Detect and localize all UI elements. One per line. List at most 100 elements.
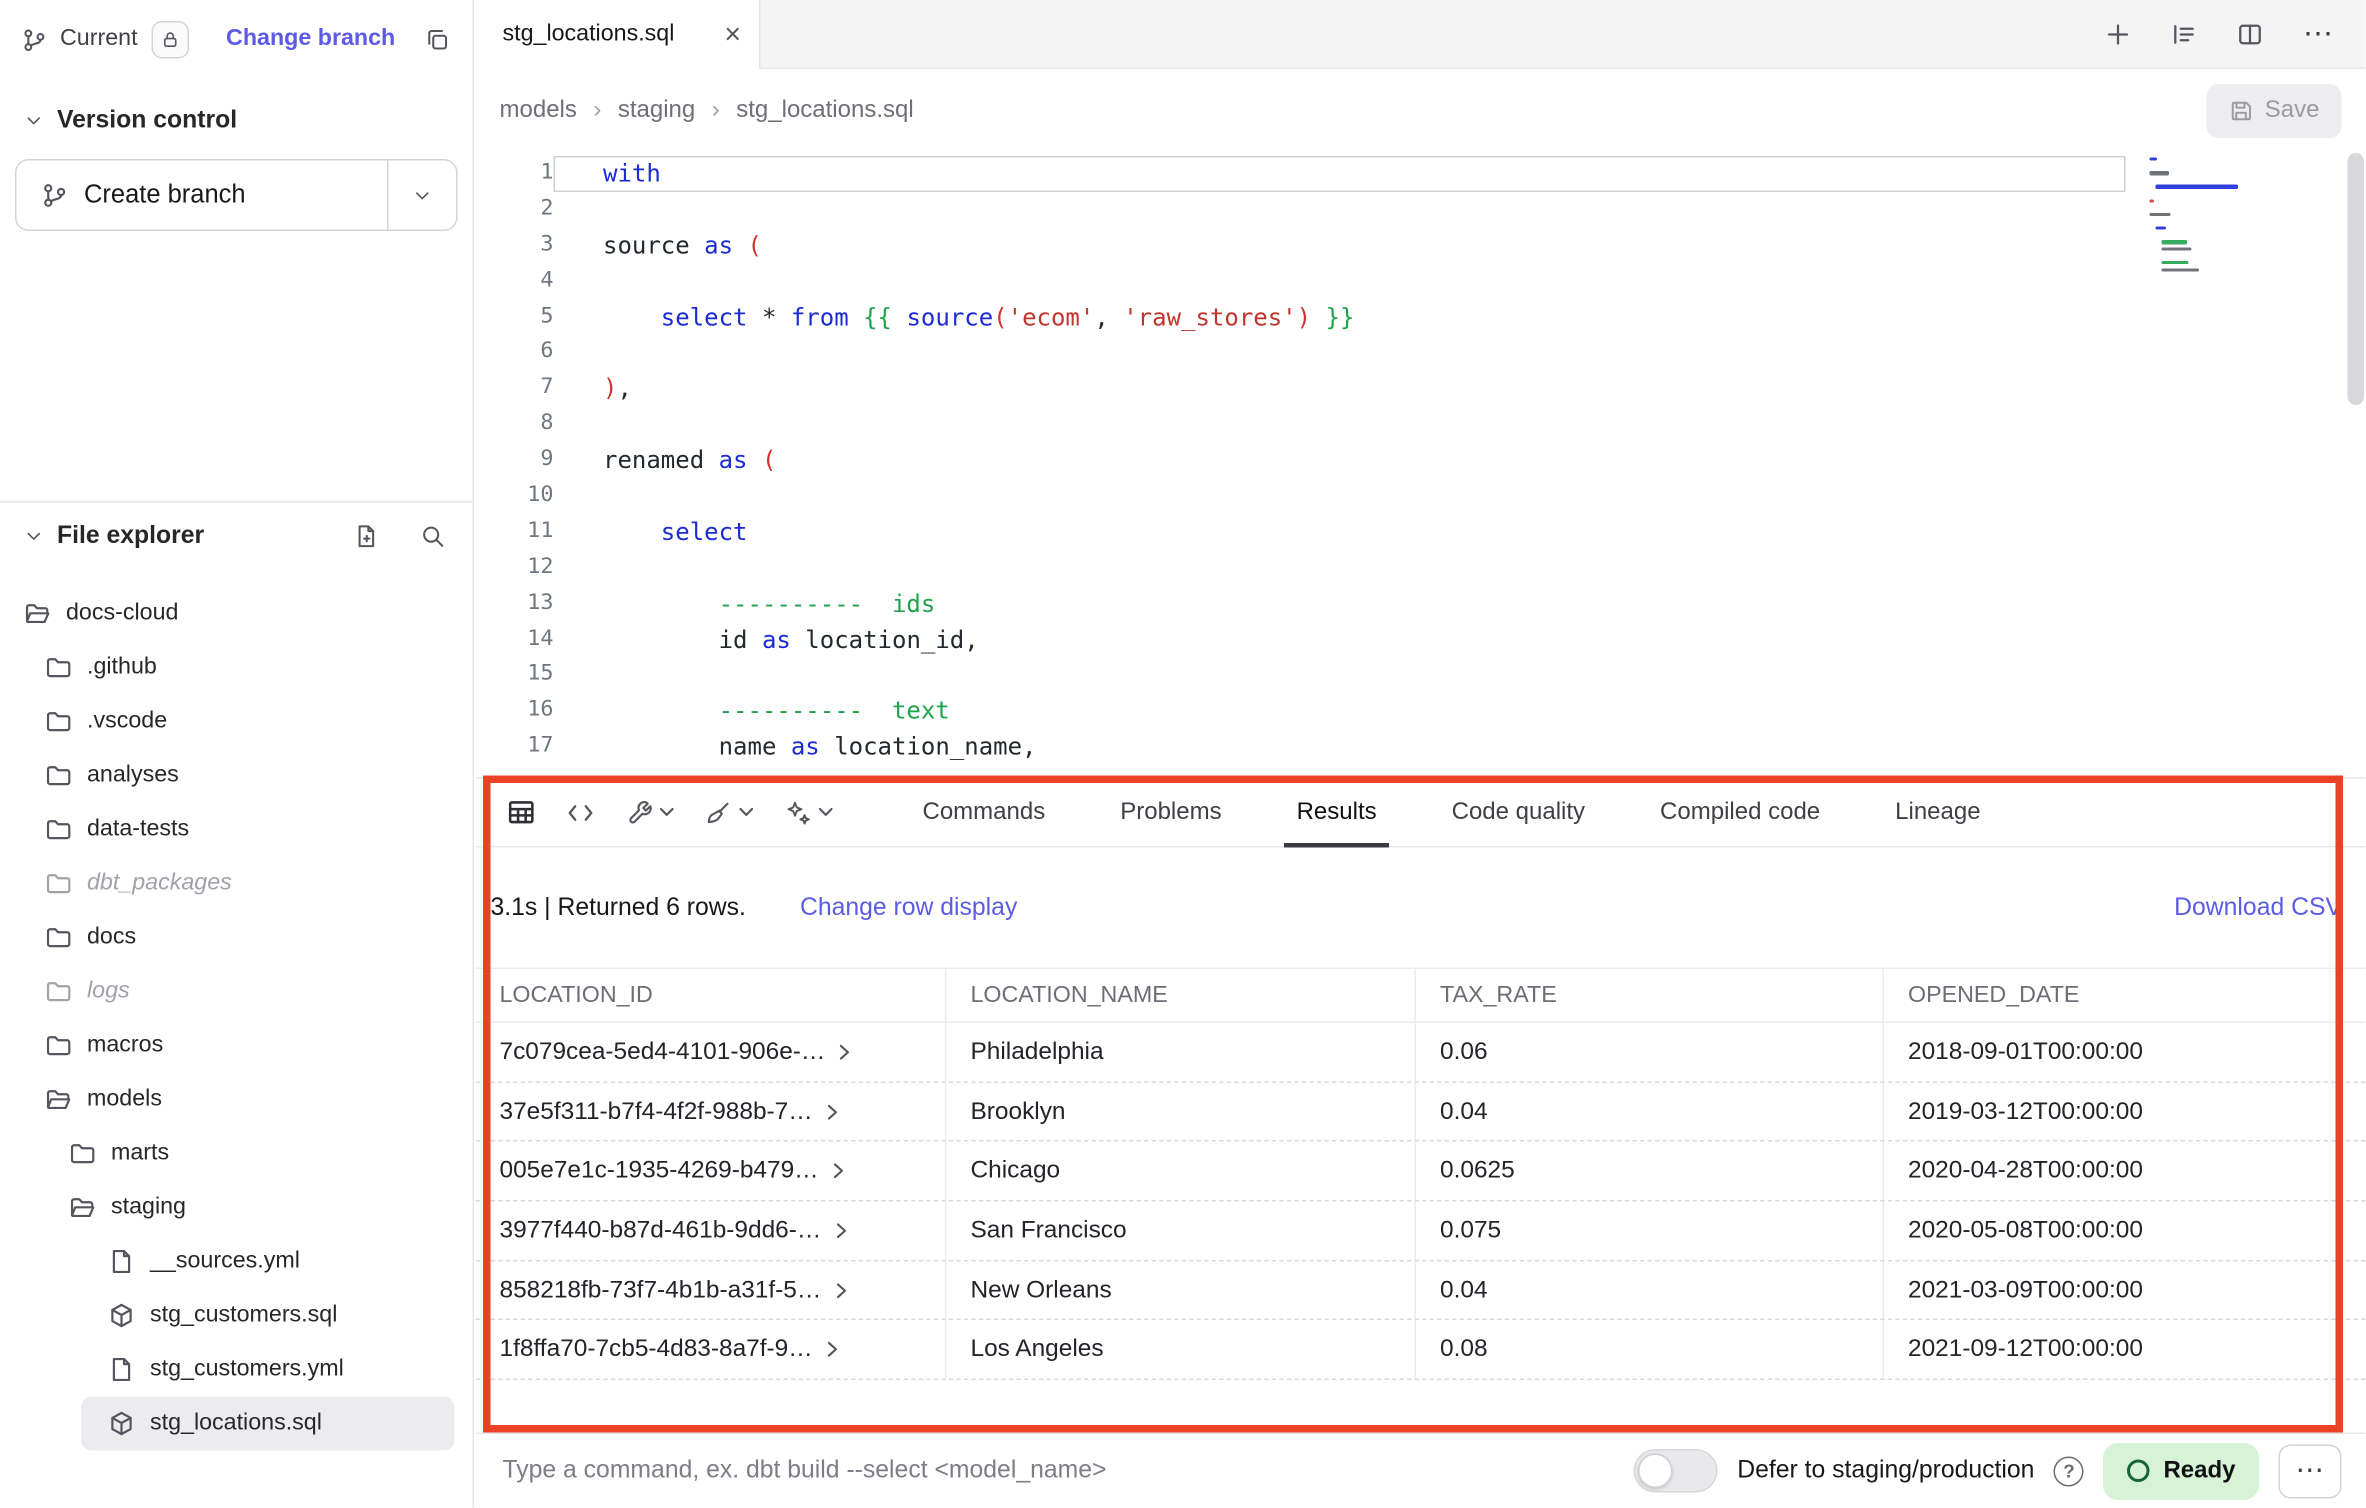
expand-row-icon[interactable] bbox=[820, 1100, 843, 1123]
file-tree-item[interactable]: data-tests bbox=[0, 803, 455, 857]
file-tree-item[interactable]: logs bbox=[0, 965, 455, 1019]
expand-row-icon[interactable] bbox=[829, 1279, 852, 1302]
editor-scrollbar[interactable] bbox=[2346, 153, 2364, 777]
file-tree-item-label: __sources.yml bbox=[150, 1248, 300, 1275]
cell-location-id: 005e7e1c-1935-4269-b479… bbox=[476, 1142, 946, 1200]
close-icon[interactable]: × bbox=[724, 20, 741, 49]
line-number: 12 bbox=[476, 550, 554, 586]
file-tree-item[interactable]: __sources.yml bbox=[0, 1235, 455, 1289]
file-tree-item[interactable]: stg_customers.yml bbox=[0, 1343, 455, 1397]
code-line-text bbox=[554, 264, 2126, 300]
code-line[interactable]: 17 name as location_name, bbox=[476, 729, 2126, 765]
file-tree-item-label: data-tests bbox=[87, 816, 189, 843]
panel-tab-problems[interactable]: Problems bbox=[1117, 779, 1224, 847]
code-line[interactable]: 2 bbox=[476, 192, 2126, 228]
file-tree-item[interactable]: docs-cloud bbox=[0, 587, 455, 641]
scrollbar-thumb[interactable] bbox=[2348, 153, 2365, 405]
folder-icon bbox=[45, 762, 72, 789]
expand-row-icon[interactable] bbox=[826, 1160, 849, 1183]
code-editor[interactable]: 1with23source as (45 select * from {{ so… bbox=[476, 156, 2126, 765]
editor-tab[interactable]: stg_locations.sql × bbox=[476, 0, 761, 69]
breadcrumb-item[interactable]: staging bbox=[577, 98, 695, 125]
create-branch-label: Create branch bbox=[84, 180, 246, 210]
chevron-down-icon[interactable] bbox=[24, 526, 44, 546]
command-input[interactable] bbox=[500, 1455, 1634, 1487]
file-tree-item[interactable]: marts bbox=[0, 1127, 455, 1181]
minimap[interactable] bbox=[2150, 158, 2330, 275]
code-line[interactable]: 12 bbox=[476, 550, 2126, 586]
change-row-display-link[interactable]: Change row display bbox=[800, 893, 1017, 922]
version-control-header[interactable]: Version control bbox=[0, 90, 473, 150]
ai-fix-button[interactable] bbox=[777, 793, 842, 832]
panel-tab-code-quality[interactable]: Code quality bbox=[1449, 779, 1588, 847]
table-view-button[interactable] bbox=[500, 792, 544, 833]
code-line[interactable]: 3source as ( bbox=[476, 228, 2126, 264]
new-file-icon[interactable] bbox=[354, 523, 380, 549]
location-id-value: 858218fb-73f7-4b1b-a31f-5… bbox=[500, 1276, 822, 1305]
line-number: 3 bbox=[476, 228, 554, 264]
table-row: 7c079cea-5ed4-4101-906e-…Philadelphia0.0… bbox=[476, 1023, 2366, 1083]
code-line[interactable]: 11 select bbox=[476, 514, 2126, 550]
file-tree-item[interactable]: macros bbox=[0, 1019, 455, 1073]
build-tools-button[interactable] bbox=[618, 793, 683, 832]
panel-tab-commands[interactable]: Commands bbox=[920, 779, 1049, 847]
breadcrumb-item[interactable]: stg_locations.sql bbox=[695, 98, 913, 125]
expand-row-icon[interactable] bbox=[829, 1219, 852, 1242]
code-line[interactable]: 6 bbox=[476, 335, 2126, 371]
file-tree-item[interactable]: stg_locations.sql bbox=[81, 1397, 455, 1451]
table-row: 3977f440-b87d-461b-9dd6-…San Francisco0.… bbox=[476, 1202, 2366, 1262]
indent-list-icon[interactable] bbox=[2171, 20, 2198, 47]
code-line[interactable]: 14 id as location_id, bbox=[476, 622, 2126, 658]
code-line[interactable]: 4 bbox=[476, 264, 2126, 300]
breadcrumb-item[interactable]: models bbox=[500, 98, 577, 125]
file-tree-item[interactable]: analyses bbox=[0, 749, 455, 803]
search-icon[interactable] bbox=[420, 523, 446, 549]
code-line[interactable]: 8 bbox=[476, 407, 2126, 443]
new-tab-icon[interactable] bbox=[2105, 20, 2132, 47]
create-branch-button[interactable]: Create branch bbox=[15, 159, 458, 231]
file-tree-item[interactable]: docs bbox=[0, 911, 455, 965]
code-editor-area[interactable]: 1with23source as (45 select * from {{ so… bbox=[476, 153, 2366, 777]
format-button[interactable] bbox=[698, 793, 763, 832]
results-table-header: LOCATION_IDLOCATION_NAMETAX_RATEOPENED_D… bbox=[476, 968, 2366, 1024]
create-branch-dropdown[interactable] bbox=[387, 161, 456, 230]
code-line[interactable]: 16 ---------- text bbox=[476, 694, 2126, 730]
cell-tax-rate: 0.08 bbox=[1415, 1321, 1883, 1379]
code-line[interactable]: 1with bbox=[476, 156, 2126, 192]
code-line[interactable]: 13 ---------- ids bbox=[476, 586, 2126, 622]
code-line[interactable]: 15 bbox=[476, 658, 2126, 694]
line-number: 6 bbox=[476, 335, 554, 371]
change-branch-link[interactable]: Change branch bbox=[226, 26, 395, 53]
line-number: 14 bbox=[476, 622, 554, 658]
more-menu-button[interactable]: ⋯ bbox=[2279, 1444, 2342, 1498]
file-tree-item[interactable]: staging bbox=[0, 1181, 455, 1235]
help-icon[interactable]: ? bbox=[2054, 1456, 2084, 1486]
file-tree-item[interactable]: .vscode bbox=[0, 695, 455, 749]
copy-icon[interactable] bbox=[424, 26, 450, 52]
more-options-icon[interactable]: ⋯ bbox=[2303, 19, 2333, 49]
code-line[interactable]: 5 select * from {{ source('ecom', 'raw_s… bbox=[476, 299, 2126, 335]
file-tree-item[interactable]: dbt_packages bbox=[0, 857, 455, 911]
code-line[interactable]: 10 bbox=[476, 479, 2126, 515]
line-number: 16 bbox=[476, 694, 554, 730]
save-button[interactable]: Save bbox=[2206, 84, 2342, 138]
panel-tab-lineage[interactable]: Lineage bbox=[1892, 779, 1983, 847]
file-tree-item[interactable]: .github bbox=[0, 641, 455, 695]
code-line-text: source as ( bbox=[554, 228, 2126, 264]
download-csv-link[interactable]: Download CSV bbox=[2174, 893, 2342, 922]
code-view-button[interactable] bbox=[558, 793, 603, 832]
cell-location-name: Brooklyn bbox=[945, 1083, 1415, 1141]
expand-row-icon[interactable] bbox=[820, 1338, 843, 1361]
file-tree-item[interactable]: stg_customers.sql bbox=[0, 1289, 455, 1343]
expand-row-icon[interactable] bbox=[833, 1041, 856, 1064]
code-line[interactable]: 7), bbox=[476, 371, 2126, 407]
cell-location-id: 3977f440-b87d-461b-9dd6-… bbox=[476, 1202, 946, 1260]
panel-tab-compiled-code[interactable]: Compiled code bbox=[1657, 779, 1823, 847]
panel-tab-results[interactable]: Results bbox=[1294, 779, 1380, 847]
code-line[interactable]: 9renamed as ( bbox=[476, 443, 2126, 479]
defer-toggle[interactable] bbox=[1634, 1449, 1718, 1493]
command-bar: Defer to staging/production ? Ready ⋯ bbox=[476, 1433, 2366, 1508]
split-editor-icon[interactable] bbox=[2237, 20, 2264, 47]
location-id-value: 37e5f311-b7f4-4f2f-988b-7… bbox=[500, 1097, 813, 1126]
file-tree-item[interactable]: models bbox=[0, 1073, 455, 1127]
